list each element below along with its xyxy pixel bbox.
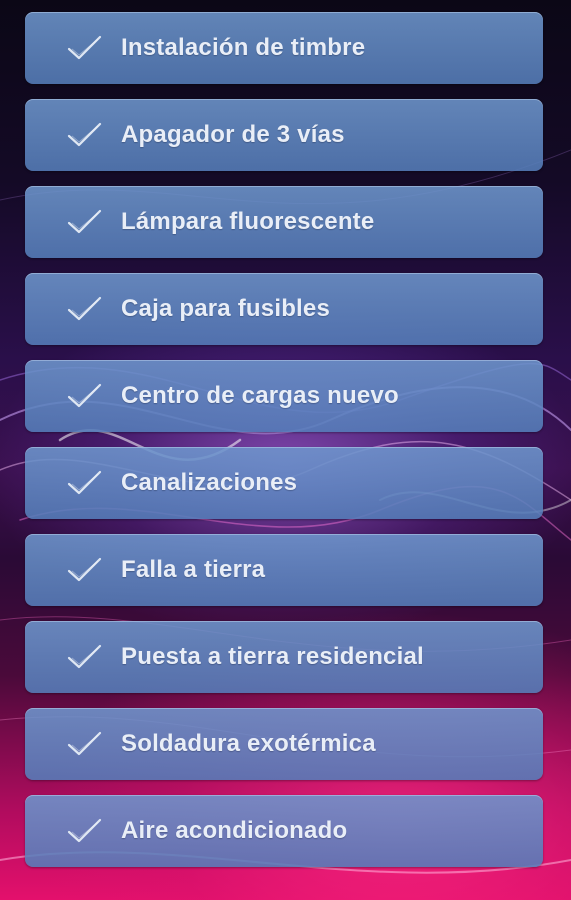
menu-item-aire-acondicionado[interactable]: Aire acondicionado [25,795,543,867]
menu-item-label: Puesta a tierra residencial [121,643,424,670]
check-icon [67,34,103,62]
menu-item-puesta-a-tierra-residencial[interactable]: Puesta a tierra residencial [25,621,543,693]
check-icon [67,208,103,236]
check-icon [67,643,103,671]
menu-item-caja-para-fusibles[interactable]: Caja para fusibles [25,273,543,345]
menu-item-canalizaciones[interactable]: Canalizaciones [25,447,543,519]
check-icon [67,382,103,410]
check-icon [67,556,103,584]
menu-item-instalacion-de-timbre[interactable]: Instalación de timbre [25,12,543,84]
menu-item-label: Apagador de 3 vías [121,121,345,148]
menu-item-lampara-fluorescente[interactable]: Lámpara fluorescente [25,186,543,258]
service-menu: Instalación de timbre Apagador de 3 vías… [25,12,543,882]
menu-item-apagador-de-3-vias[interactable]: Apagador de 3 vías [25,99,543,171]
check-icon [67,121,103,149]
menu-item-label: Lámpara fluorescente [121,208,375,235]
check-icon [67,817,103,845]
menu-item-label: Canalizaciones [121,469,298,496]
menu-item-label: Aire acondicionado [121,817,348,844]
check-icon [67,730,103,758]
check-icon [67,295,103,323]
menu-item-label: Instalación de timbre [121,34,366,61]
check-icon [67,469,103,497]
menu-item-label: Falla a tierra [121,556,266,583]
menu-item-label: Soldadura exotérmica [121,730,376,757]
menu-item-label: Centro de cargas nuevo [121,382,399,409]
menu-item-soldadura-exotermica[interactable]: Soldadura exotérmica [25,708,543,780]
menu-item-centro-de-cargas-nuevo[interactable]: Centro de cargas nuevo [25,360,543,432]
menu-item-label: Caja para fusibles [121,295,331,322]
menu-item-falla-a-tierra[interactable]: Falla a tierra [25,534,543,606]
